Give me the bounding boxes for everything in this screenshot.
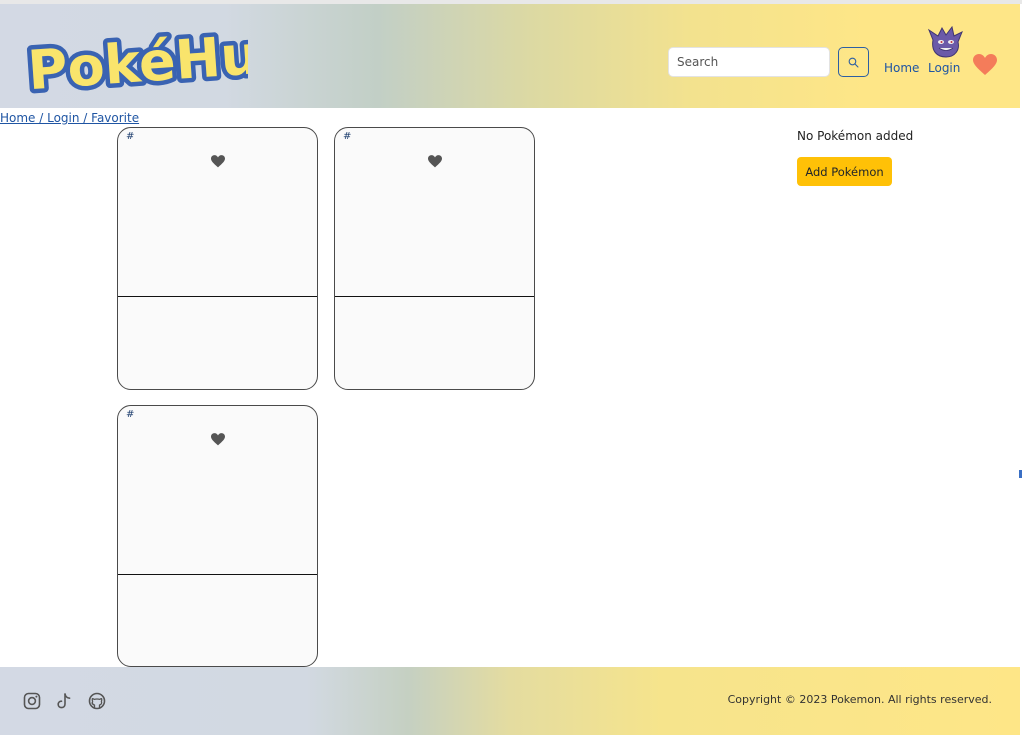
github-icon[interactable] — [88, 692, 106, 710]
favorites-heart-icon[interactable] — [973, 54, 997, 76]
pokemon-card[interactable]: # — [334, 127, 535, 390]
site-header: PokéHub Home Login — [0, 4, 1020, 108]
pokemon-card[interactable]: # — [117, 127, 318, 390]
card-divider — [118, 296, 317, 297]
card-number: # — [126, 409, 135, 420]
tiktok-icon[interactable] — [55, 692, 73, 710]
search-input[interactable] — [668, 47, 830, 77]
card-divider — [118, 574, 317, 575]
gengar-icon — [927, 26, 963, 58]
empty-favorites-message: No Pokémon added — [797, 129, 914, 143]
svg-text:PokéHub: PokéHub — [26, 21, 248, 103]
copyright-text: Copyright © 2023 Pokemon. All rights res… — [727, 693, 992, 706]
nav-home-link[interactable]: Home — [884, 61, 919, 75]
card-number: # — [343, 131, 352, 142]
heart-icon[interactable] — [211, 433, 225, 446]
instagram-icon[interactable] — [23, 692, 41, 710]
search-icon — [848, 57, 859, 68]
pokemon-card[interactable]: # — [117, 405, 318, 667]
site-footer: Copyright © 2023 Pokemon. All rights res… — [0, 667, 1020, 735]
card-divider — [335, 296, 534, 297]
pokehub-logo[interactable]: PokéHub — [22, 18, 248, 104]
add-pokemon-button[interactable]: Add Pokémon — [797, 157, 892, 186]
nav-login-link[interactable]: Login — [928, 61, 960, 75]
heart-icon[interactable] — [428, 155, 442, 168]
search-button[interactable] — [838, 47, 869, 77]
breadcrumb[interactable]: Home / Login / Favorite — [0, 111, 139, 125]
heart-icon[interactable] — [211, 155, 225, 168]
card-number: # — [126, 131, 135, 142]
